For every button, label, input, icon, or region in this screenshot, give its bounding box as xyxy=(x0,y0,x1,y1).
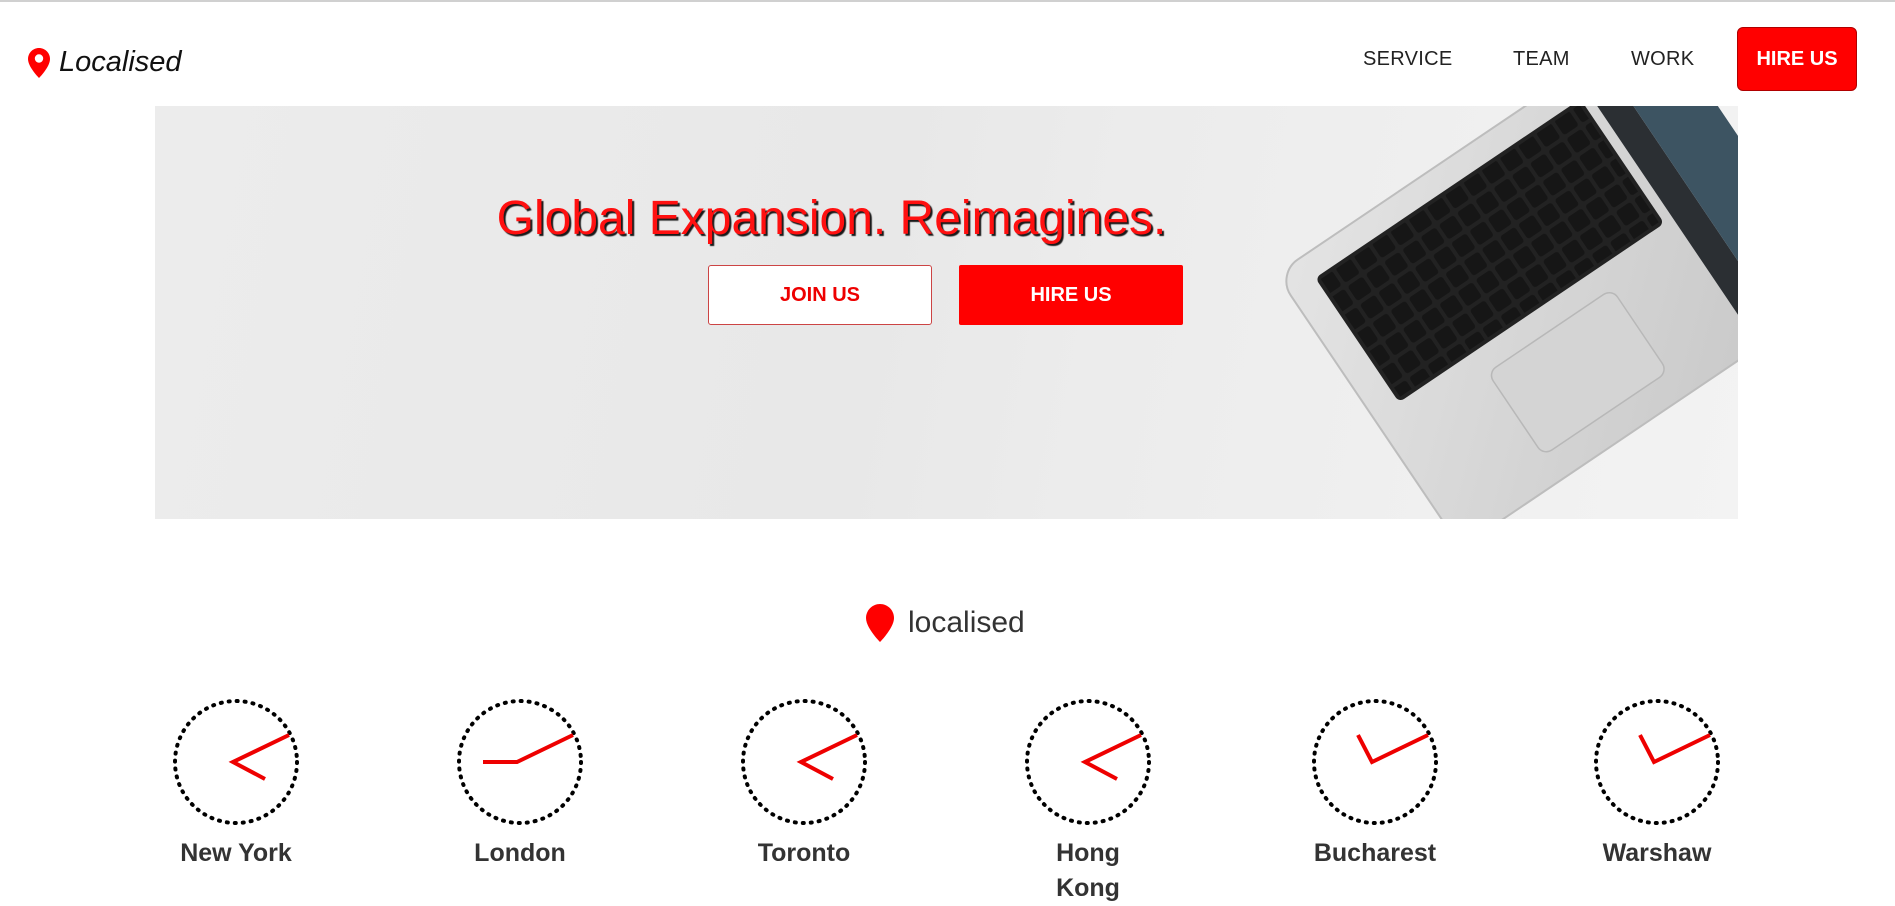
clock-icon xyxy=(741,699,867,825)
section-logo: localised xyxy=(866,604,1025,642)
map-pin-icon xyxy=(28,47,50,78)
clock-city-label: Toronto xyxy=(757,839,851,867)
brand-name: Localised xyxy=(59,46,182,78)
clock-icon xyxy=(1025,699,1151,825)
clock-city-label: London xyxy=(474,839,566,867)
clock-icon xyxy=(1312,699,1438,825)
hero-hire-us-button[interactable]: HIRE US xyxy=(959,265,1183,325)
clock-icon xyxy=(1594,699,1720,825)
clock-toronto: Toronto xyxy=(739,697,869,871)
clock-city-label: Hong Kong xyxy=(1056,839,1120,902)
clock-city-label: New York xyxy=(180,839,292,867)
nav-item-work[interactable]: WORK xyxy=(1631,48,1694,71)
clock-bucharest: Bucharest xyxy=(1310,697,1440,871)
clock-london: London xyxy=(455,697,585,871)
clock-hong-kong: Hong Kong xyxy=(1023,697,1153,906)
clock-icon xyxy=(173,699,299,825)
clock-city-label: Warshaw xyxy=(1602,839,1712,867)
hero-title: Global Expansion. Reimagines. xyxy=(496,192,1167,245)
brand-logo[interactable]: Localised xyxy=(28,46,182,79)
section-logo-text: localised xyxy=(908,606,1025,639)
clock-city-label: Bucharest xyxy=(1313,839,1437,867)
join-us-button[interactable]: JOIN US xyxy=(708,265,932,325)
map-pin-icon xyxy=(866,604,894,642)
hero-banner: Global Expansion. Reimagines. JOIN US HI… xyxy=(155,106,1738,519)
nav-item-service[interactable]: SERVICE xyxy=(1363,48,1453,71)
top-navbar: Localised SERVICE TEAM WORK HIRE US xyxy=(0,2,1895,102)
nav-item-team[interactable]: TEAM xyxy=(1513,48,1570,71)
clock-icon xyxy=(457,699,583,825)
nav-hire-us-button[interactable]: HIRE US xyxy=(1737,27,1857,91)
clock-new-york: New York xyxy=(171,697,301,871)
laptop-image xyxy=(1285,106,1738,519)
clock-warshaw: Warshaw xyxy=(1592,697,1722,871)
